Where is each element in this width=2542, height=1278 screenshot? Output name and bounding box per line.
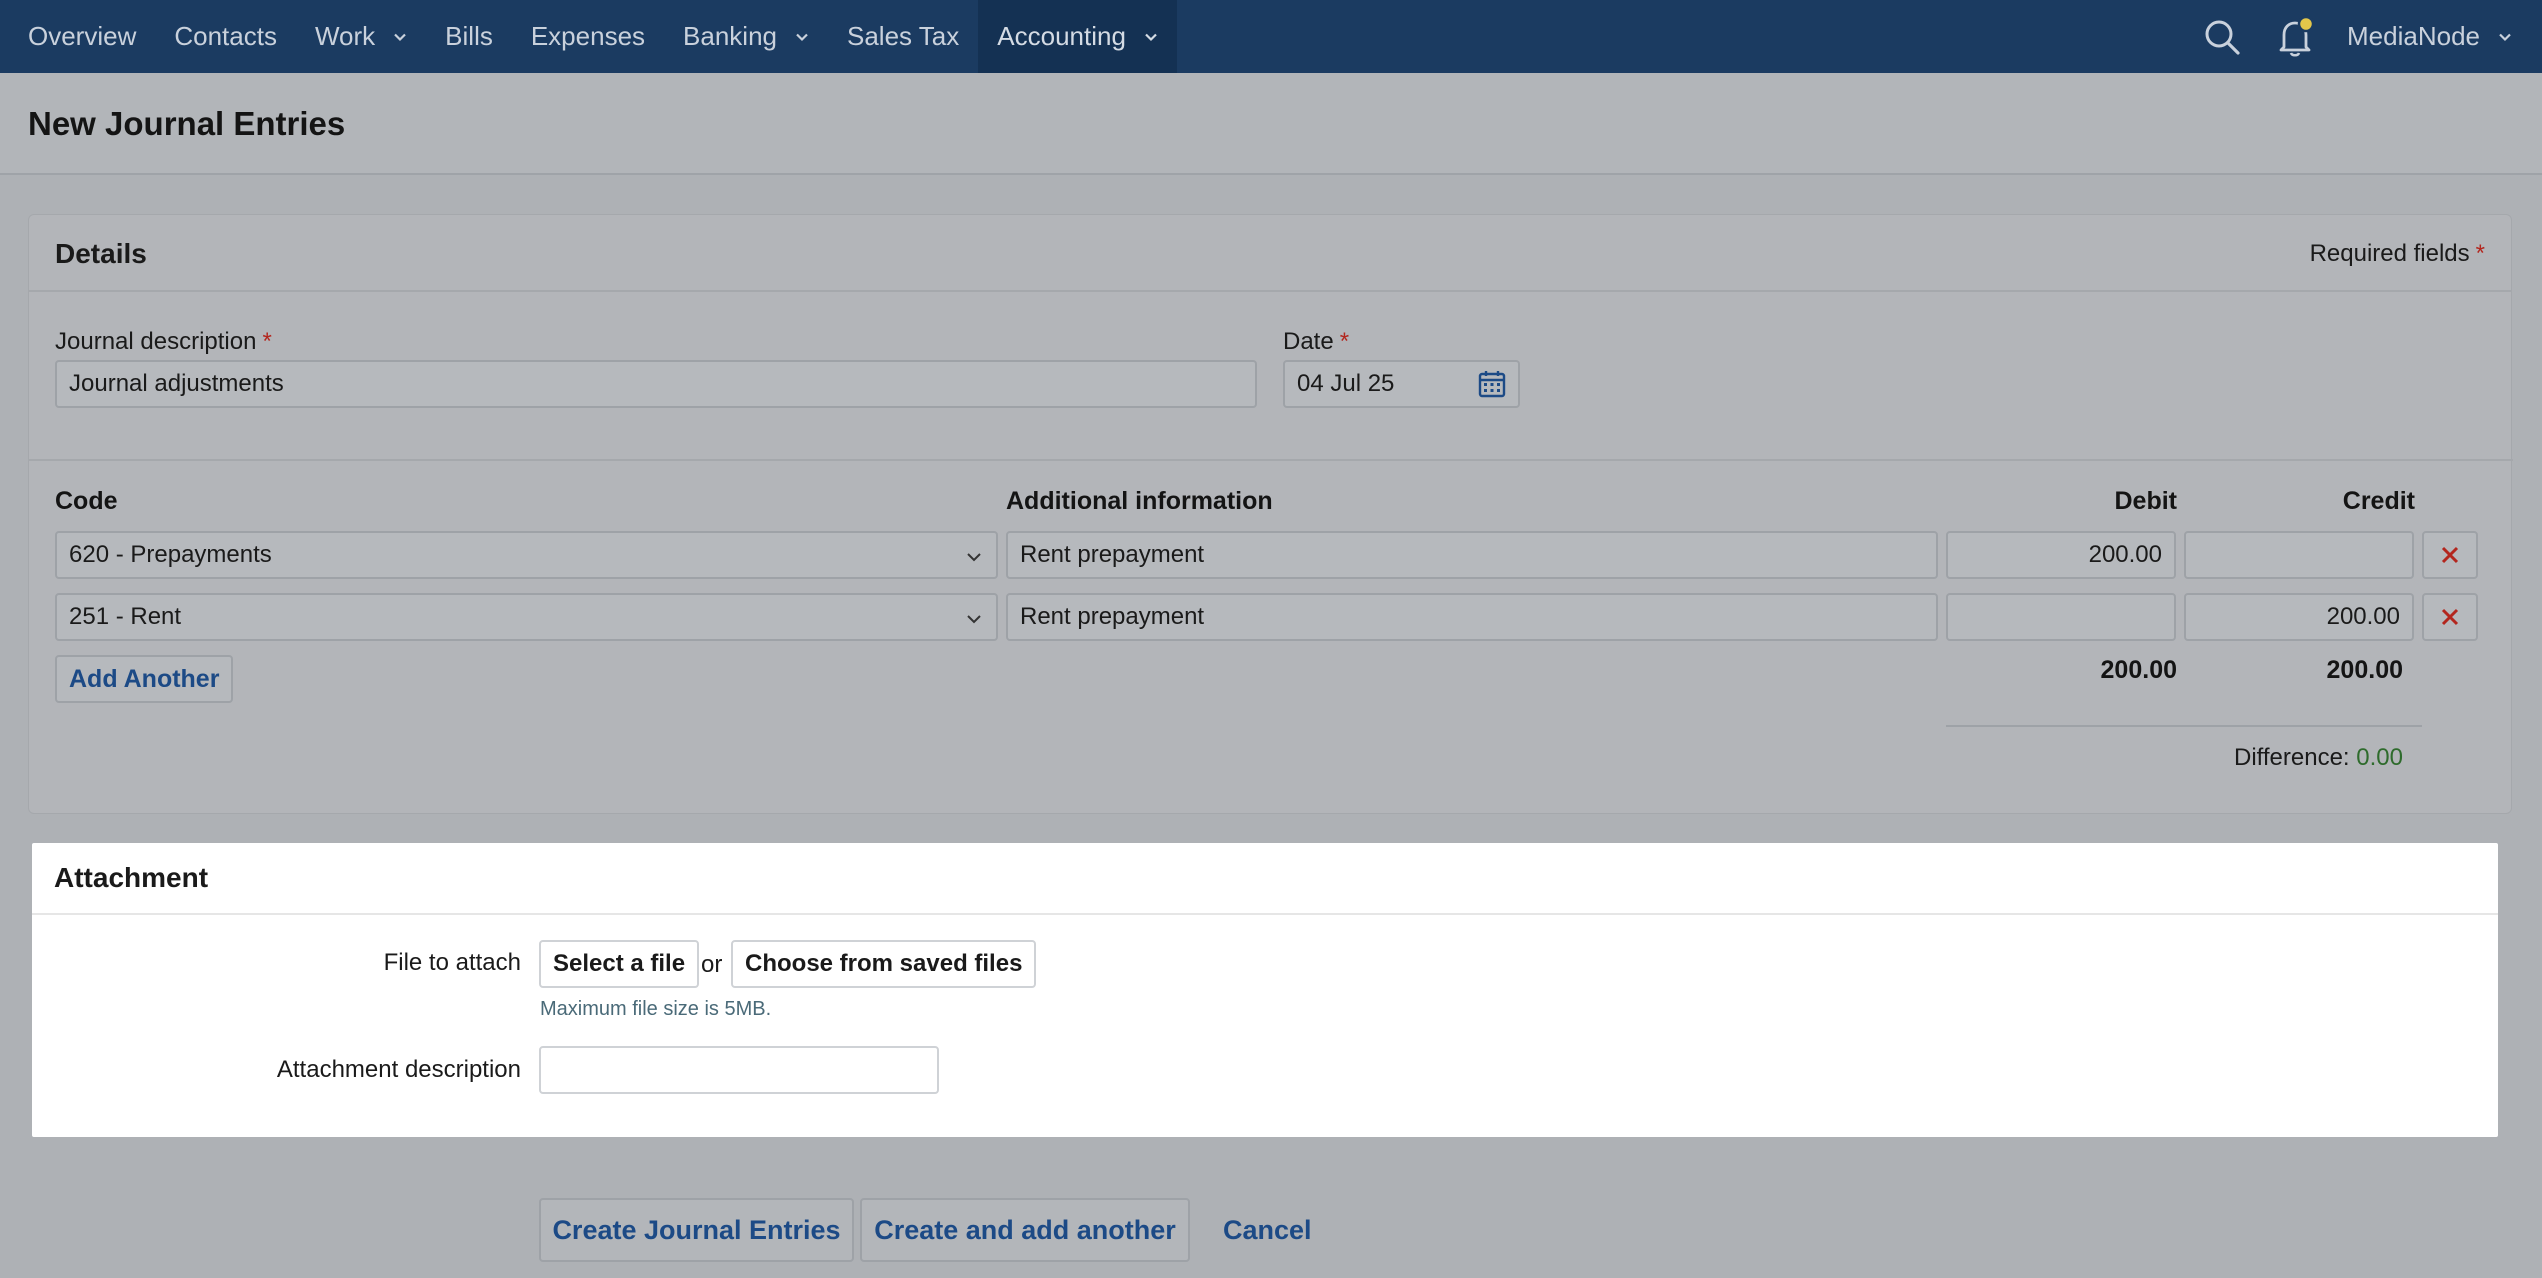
details-heading: Details (55, 238, 147, 269)
debit-input[interactable]: 200.00 (1946, 531, 2176, 579)
file-to-attach-label: File to attach (383, 949, 521, 976)
credit-input[interactable] (2184, 531, 2414, 579)
label-text: Journal description (55, 328, 257, 355)
section-divider (29, 459, 2513, 461)
file-size-hint: Maximum file size is 5MB. (540, 998, 772, 1020)
difference-value: 0.00 (2356, 744, 2403, 771)
chevron-down-icon (795, 30, 809, 44)
chevron-down-icon (967, 553, 981, 562)
required-note-text: Required fields (2309, 240, 2470, 267)
totals-divider (1946, 725, 2422, 727)
required-marker: * (262, 328, 272, 355)
nav-label: Banking (683, 21, 777, 51)
notification-bell-icon[interactable] (2259, 0, 2333, 73)
chevron-down-icon (2498, 30, 2512, 44)
nav-item-banking[interactable]: Banking (664, 0, 828, 73)
close-icon (2441, 546, 2459, 564)
add-another-button[interactable]: Add Another (55, 655, 234, 703)
nav-item-expenses[interactable]: Expenses (512, 0, 664, 73)
select-value: 251 - Rent (69, 603, 182, 630)
chevron-down-icon (967, 615, 981, 624)
attachment-heading: Attachment (54, 862, 209, 893)
credit-input[interactable]: 200.00 (2184, 593, 2414, 641)
attachment-description-label: Attachment description (276, 1056, 521, 1083)
input-value: 200.00 (2088, 541, 2162, 568)
journal-description-input[interactable]: Journal adjustments (55, 360, 1257, 408)
attachment-panel: Attachment File to attach Select a file … (32, 843, 2498, 1137)
calendar-icon[interactable] (1465, 360, 1520, 408)
column-header-info: Additional information (1006, 487, 1273, 515)
column-header-code: Code (55, 487, 118, 515)
nav-item-sales-tax[interactable]: Sales Tax (828, 0, 978, 73)
required-fields-note: Required fields * (2310, 240, 2485, 268)
choose-saved-files-button[interactable]: Choose from saved files (731, 940, 1037, 988)
select-value: 620 - Prepayments (69, 541, 272, 568)
nav-label: Sales Tax (847, 21, 960, 51)
nav-label: Expenses (530, 21, 646, 51)
create-journal-entries-button[interactable]: Create Journal Entries (539, 1198, 854, 1262)
nav-item-accounting[interactable]: Accounting (978, 0, 1177, 73)
org-name: MediaNode (2347, 21, 2480, 51)
chevron-down-icon (393, 30, 407, 44)
date-label: Date * (1283, 328, 1349, 356)
input-value: 200.00 (2326, 603, 2400, 630)
search-icon[interactable] (2185, 0, 2259, 73)
or-separator: or (701, 951, 723, 978)
details-panel: Details Required fields * Journal descrip… (28, 214, 2513, 814)
nav-right-group: MediaNode (2185, 0, 2542, 73)
input-value: Rent prepayment (1020, 541, 1205, 568)
close-icon (2441, 608, 2459, 626)
credit-total: 200.00 (2326, 656, 2403, 684)
nav-label: Contacts (174, 21, 277, 51)
delete-row-button[interactable] (2422, 593, 2478, 641)
account-code-select[interactable]: 620 - Prepayments (55, 531, 998, 579)
cancel-link[interactable]: Cancel (1223, 1198, 1312, 1262)
column-header-debit: Debit (2114, 487, 2178, 515)
additional-info-input[interactable]: Rent prepayment (1006, 593, 1938, 641)
nav-label: Overview (28, 21, 137, 51)
additional-info-input[interactable]: Rent prepayment (1006, 531, 1938, 579)
difference-label: Difference: (2233, 744, 2350, 771)
delete-row-button[interactable] (2422, 531, 2478, 579)
nav-label: Accounting (997, 21, 1126, 51)
input-value: Journal adjustments (69, 370, 284, 397)
nav-item-contacts[interactable]: Contacts (155, 0, 296, 73)
nav-label: Work (314, 21, 376, 51)
input-value: Rent prepayment (1020, 603, 1205, 630)
required-marker: * (1339, 328, 1350, 355)
journal-description-label: Journal description * (55, 328, 272, 356)
debit-input[interactable] (1946, 593, 2176, 641)
debit-total: 200.00 (2100, 656, 2177, 684)
date-input[interactable]: 04 Jul 25 (1283, 360, 1467, 408)
chevron-down-icon (1144, 30, 1158, 44)
details-header: Details Required fields * (29, 215, 2511, 292)
nav-item-overview[interactable]: Overview (0, 0, 155, 73)
org-switcher[interactable]: MediaNode (2333, 21, 2542, 52)
page-title: New Journal Entries (28, 105, 346, 142)
nav-label: Bills (445, 21, 493, 51)
column-header-credit: Credit (2342, 487, 2415, 515)
difference-summary: Difference: 0.00 (1989, 744, 2403, 772)
top-navigation: Overview Contacts Work Bills Expenses Ba… (0, 0, 2542, 73)
input-value: 04 Jul 25 (1297, 370, 1395, 397)
attachment-description-input[interactable] (539, 1046, 939, 1094)
required-marker: * (2475, 240, 2485, 267)
nav-item-work[interactable]: Work (296, 0, 426, 73)
nav-item-bills[interactable]: Bills (426, 0, 512, 73)
account-code-select[interactable]: 251 - Rent (55, 593, 998, 641)
attachment-header: Attachment (32, 843, 2498, 915)
title-bar: New Journal Entries (0, 73, 2542, 175)
create-and-add-another-button[interactable]: Create and add another (860, 1198, 1190, 1262)
label-text: Date (1283, 328, 1334, 355)
select-file-button[interactable]: Select a file (539, 940, 700, 988)
